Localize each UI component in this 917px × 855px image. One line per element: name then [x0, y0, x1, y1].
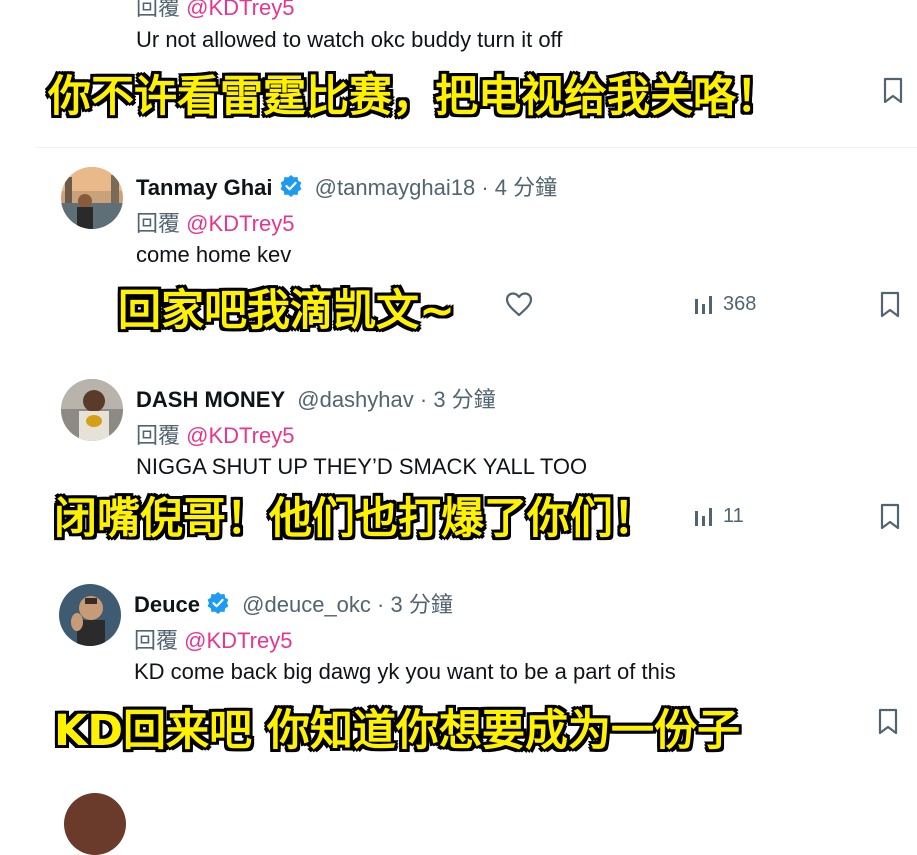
- mention-link[interactable]: @KDTrey5: [186, 423, 294, 448]
- reply-to-line: 回覆 @KDTrey5: [134, 623, 292, 655]
- views-stat[interactable]: 368: [693, 293, 756, 316]
- reply-prefix: 回覆: [136, 0, 181, 20]
- chinese-subtitle: 闭嘴倪哥！他们也打爆了你们！: [54, 494, 656, 544]
- tweet-text: NIGGA SHUT UP THEY’D SMACK YALL TOO: [136, 454, 588, 479]
- chinese-subtitle: KD回来吧 你知道你想要成为一份子: [54, 706, 740, 756]
- user-handle[interactable]: @deuce_okc: [242, 592, 371, 617]
- tweet-text: come home kev: [136, 242, 292, 267]
- mention-link[interactable]: @KDTrey5: [186, 0, 294, 20]
- bookmark-icon[interactable]: [876, 708, 900, 736]
- avatar[interactable]: [61, 379, 123, 441]
- views-count: 11: [723, 505, 744, 527]
- avatar[interactable]: [59, 584, 121, 646]
- tweet-header: DASH MONEY @dashyhav · 3 分鐘: [136, 382, 496, 414]
- tweet-card[interactable]: Deuce @deuce_okc · 3 分鐘 回覆 @KDTrey5 KD c…: [0, 567, 917, 767]
- avatar[interactable]: [64, 793, 126, 855]
- bookmark-icon[interactable]: [878, 503, 902, 531]
- chinese-subtitle: 回家吧我滴凯文~: [118, 286, 456, 336]
- views-count: 368: [723, 293, 757, 315]
- reply-prefix: 回覆: [136, 423, 181, 448]
- reply-to-line: 回覆 @KDTrey5: [136, 206, 294, 238]
- reply-to-line: 回覆 @KDTrey5: [136, 418, 294, 450]
- mention-link[interactable]: @KDTrey5: [184, 628, 292, 653]
- views-stat[interactable]: 11: [693, 505, 744, 528]
- display-name[interactable]: DASH MONEY: [136, 387, 285, 412]
- bookmark-icon[interactable]: [881, 77, 905, 105]
- timestamp[interactable]: · 4 分鐘: [481, 175, 557, 200]
- tweet-card[interactable]: Tanmay Ghai @tanmayghai18 · 4 分鐘 回覆 @KDT…: [0, 150, 917, 350]
- top-tweet[interactable]: 回覆 @KDTrey5 Ur not allowed to watch okc …: [0, 0, 917, 140]
- user-handle[interactable]: @dashyhav: [297, 387, 414, 412]
- timestamp[interactable]: · 3 分鐘: [420, 387, 496, 412]
- tweet-card[interactable]: DASH MONEY @dashyhav · 3 分鐘 回覆 @KDTrey5 …: [0, 362, 917, 562]
- reply-to-line: 回覆 @KDTrey5: [136, 0, 294, 22]
- tweet-text: KD come back big dawg yk you want to be …: [134, 659, 676, 684]
- chinese-subtitle: 你不许看雷霆比赛，把电视给我关咯！: [48, 72, 779, 122]
- timestamp[interactable]: · 3 分鐘: [377, 592, 453, 617]
- display-name[interactable]: Tanmay Ghai: [136, 175, 273, 200]
- user-handle[interactable]: @tanmayghai18: [315, 175, 476, 200]
- tweet-header: Deuce @deuce_okc · 3 分鐘: [134, 587, 453, 619]
- verified-badge-icon: [207, 592, 229, 614]
- heart-icon[interactable]: [505, 291, 533, 317]
- reply-prefix: 回覆: [136, 211, 181, 236]
- reply-prefix: 回覆: [134, 628, 179, 653]
- views-icon: [695, 507, 712, 526]
- tweet-text: Ur not allowed to watch okc buddy turn i…: [136, 27, 563, 52]
- verified-badge-icon: [280, 175, 301, 197]
- views-icon: [695, 295, 712, 314]
- avatar[interactable]: [61, 167, 123, 229]
- divider: [36, 147, 917, 148]
- tweet-header: Tanmay Ghai @tanmayghai18 · 4 分鐘: [136, 170, 557, 202]
- display-name[interactable]: Deuce: [134, 592, 200, 617]
- bookmark-icon[interactable]: [878, 291, 902, 319]
- mention-link[interactable]: @KDTrey5: [186, 211, 294, 236]
